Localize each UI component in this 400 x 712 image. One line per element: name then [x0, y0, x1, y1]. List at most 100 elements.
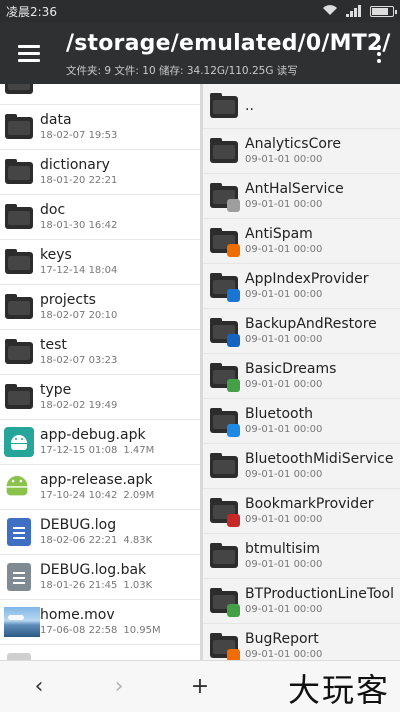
folder-icon	[209, 496, 240, 527]
file-list-item[interactable]: projects 18-02-07 20:10	[0, 285, 200, 330]
item-date: 09-01-01 00:00	[245, 648, 323, 660]
status-icons	[322, 4, 397, 19]
file-list-item[interactable]	[0, 645, 200, 660]
item-name: BTProductionLineTool	[245, 585, 395, 602]
apk-debug-icon	[4, 427, 34, 457]
directory-list-item[interactable]: BugReport 09-01-01 00:00	[203, 624, 400, 660]
item-date: 17-06-08 22:58	[40, 624, 118, 636]
status-time: 凌晨2:36	[6, 4, 57, 19]
folder-icon	[4, 292, 34, 322]
folder-icon	[209, 91, 239, 121]
file-list-item[interactable]: data 18-02-07 19:53	[0, 105, 200, 150]
item-details: 17-12-14 18:04	[40, 264, 123, 278]
app-badge-icon	[227, 379, 240, 392]
item-details: 18-02-07 20:10	[40, 309, 123, 323]
file-list-item[interactable]: keys 17-12-14 18:04	[0, 240, 200, 285]
app-badge-icon	[227, 649, 240, 660]
directory-list-item[interactable]: AnalyticsCore 09-01-01 00:00	[203, 129, 400, 174]
item-date: 09-01-01 00:00	[245, 423, 323, 435]
item-date: 09-01-01 00:00	[245, 513, 323, 525]
folder-icon	[4, 84, 34, 97]
file-list-item[interactable]: DEBUG.log.bak 18-01-26 21:45 1.03K	[0, 555, 200, 600]
folder-icon	[4, 247, 34, 277]
item-name: AnalyticsCore	[245, 135, 341, 152]
folder-icon	[209, 226, 240, 257]
item-name: data	[40, 111, 72, 128]
item-size: 1.47M	[123, 444, 155, 456]
toolbar: /storage/emulated/0/MT2/ 文件夹: 9 文件: 10 储…	[0, 22, 400, 84]
item-details: 18-02-07 19:53	[40, 129, 123, 143]
folder-icon	[4, 382, 34, 412]
item-name: projects	[40, 291, 96, 308]
directory-list-item[interactable]: btmultisim 09-01-01 00:00	[203, 534, 400, 579]
left-pane[interactable]: 18-02-07 20:21data18-02-07 19:53dictiona…	[0, 84, 200, 660]
folder-icon	[4, 112, 34, 142]
item-date: 18-02-02 19:49	[40, 399, 118, 411]
item-date: 09-01-01 00:00	[245, 198, 323, 210]
video-thumbnail-icon	[4, 607, 40, 637]
back-button[interactable]: ‹	[22, 671, 56, 703]
file-list-item[interactable]: doc 18-01-30 16:42	[0, 195, 200, 240]
item-details: 18-01-30 16:42	[40, 219, 123, 233]
item-details: 18-02-02 19:49	[40, 399, 123, 413]
directory-list-item[interactable]: BookmarkProvider 09-01-01 00:00	[203, 489, 400, 534]
right-pane[interactable]: .. AnalyticsCore 09-01-01 00:00 AntHalServ…	[200, 84, 400, 660]
directory-list-item[interactable]: AntiSpam 09-01-01 00:00	[203, 219, 400, 264]
wifi-icon	[322, 4, 338, 19]
item-date: 18-02-07 20:21	[40, 84, 117, 87]
item-date: 09-01-01 00:00	[245, 558, 323, 570]
item-size: 4.83K	[123, 534, 153, 546]
apk-release-icon	[4, 472, 34, 502]
item-name: keys	[40, 246, 72, 263]
forward-button[interactable]: ›	[102, 671, 136, 703]
item-size: 2.09M	[123, 489, 155, 501]
dual-pane: 18-02-07 20:21data18-02-07 19:53dictiona…	[0, 84, 400, 660]
file-list-item[interactable]: dictionary 18-01-20 22:21	[0, 150, 200, 195]
folder-icon	[209, 586, 240, 617]
app-badge-icon	[227, 604, 240, 617]
item-details: 17-10-24 10:42 2.09M	[40, 489, 154, 503]
file-list-item[interactable]: home.mov 17-06-08 22:58 10.95M	[0, 600, 200, 645]
item-name: BackupAndRestore	[245, 315, 377, 332]
item-date: 18-01-26 21:45	[40, 579, 118, 591]
signal-icon	[346, 5, 362, 17]
folder-icon	[209, 181, 240, 212]
item-date: 17-12-14 18:04	[40, 264, 118, 276]
file-list-item[interactable]: test 18-02-07 03:23	[0, 330, 200, 375]
directory-list-item[interactable]: BasicDreams 09-01-01 00:00	[203, 354, 400, 399]
directory-list-item[interactable]: BluetoothMidiService 09-01-01 00:00	[203, 444, 400, 489]
folder-icon	[209, 541, 239, 571]
file-list-item[interactable]: type 18-02-02 19:49	[0, 375, 200, 420]
item-details: 17-06-08 22:58 10.95M	[40, 624, 161, 638]
item-name: AntiSpam	[245, 225, 313, 242]
item-name: BookmarkProvider	[245, 495, 374, 512]
directory-list-item[interactable]: AppIndexProvider 09-01-01 00:00	[203, 264, 400, 309]
item-name: btmultisim	[245, 540, 320, 557]
item-details: 18-02-06 22:21 4.83K	[40, 534, 152, 548]
item-date: 17-12-15 01:08	[40, 444, 118, 456]
item-date: 09-01-01 00:00	[245, 288, 323, 300]
directory-list-item[interactable]: Bluetooth 09-01-01 00:00	[203, 399, 400, 444]
parent-directory-item[interactable]: ..	[203, 84, 400, 129]
item-details: 18-02-07 20:21	[40, 84, 123, 89]
more-options-icon[interactable]	[372, 40, 386, 68]
folder-icon	[209, 316, 240, 347]
item-name: BluetoothMidiService	[245, 450, 394, 467]
file-list-item[interactable]: app-release.apk 17-10-24 10:42 2.09M	[0, 465, 200, 510]
document-icon	[4, 517, 34, 547]
directory-list-item[interactable]: BackupAndRestore 09-01-01 00:00	[203, 309, 400, 354]
file-icon	[4, 652, 34, 660]
menu-icon[interactable]	[12, 36, 46, 70]
item-date: 09-01-01 00:00	[245, 153, 323, 165]
add-button[interactable]: +	[183, 671, 217, 703]
item-name: type	[40, 381, 72, 398]
item-size: 1.03K	[123, 579, 153, 591]
file-list-item[interactable]: 18-02-07 20:21	[0, 84, 200, 105]
directory-list-item[interactable]: AntHalService 09-01-01 00:00	[203, 174, 400, 219]
file-list-item[interactable]: app-debug.apk 17-12-15 01:08 1.47M	[0, 420, 200, 465]
item-details: 18-01-26 21:45 1.03K	[40, 579, 152, 593]
file-list-item[interactable]: DEBUG.log 18-02-06 22:21 4.83K	[0, 510, 200, 555]
item-date: 18-02-06 22:21	[40, 534, 118, 546]
directory-list-item[interactable]: BTProductionLineTool 09-01-01 00:00	[203, 579, 400, 624]
left-file-list: 18-02-07 20:21data18-02-07 19:53dictiona…	[0, 84, 200, 660]
